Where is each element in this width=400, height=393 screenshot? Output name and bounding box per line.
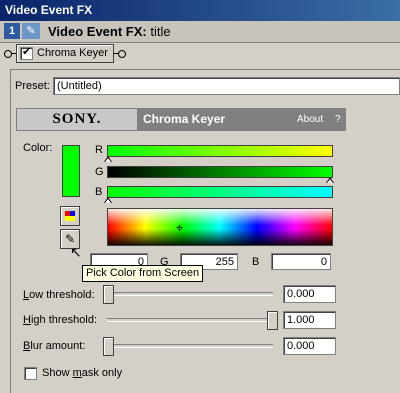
high-threshold-mnemonic: H	[23, 314, 31, 326]
event-fx-name: title	[150, 24, 171, 39]
event-fx-label: Video Event FX:	[48, 24, 147, 39]
plugin-chain-item[interactable]: Chroma Keyer	[16, 44, 114, 63]
low-threshold-track[interactable]	[107, 292, 273, 296]
palette-icon	[65, 211, 75, 221]
spectrum-crosshair-icon: ⌖	[176, 220, 184, 235]
sony-logo: SONY.	[17, 109, 137, 130]
blur-amount-label: Blur amount:	[23, 340, 85, 352]
help-button[interactable]: ?	[335, 109, 341, 130]
blur-amount-track[interactable]	[107, 344, 273, 348]
about-link[interactable]: About	[297, 109, 323, 130]
r-channel-bar[interactable]	[107, 145, 333, 157]
high-threshold-thumb[interactable]	[267, 311, 278, 330]
show-mask-mnemonic: m	[72, 367, 82, 379]
g-channel-bar[interactable]	[107, 166, 333, 178]
blur-amount-thumb[interactable]	[103, 337, 114, 356]
low-threshold-text: ow threshold:	[29, 289, 95, 301]
preset-dropdown[interactable]: (Untitled)	[53, 77, 400, 95]
color-swatch	[62, 145, 80, 197]
low-threshold-field[interactable]: 0.000	[283, 285, 336, 303]
chain-end-icon	[118, 50, 126, 58]
high-threshold-field[interactable]: 1.000	[283, 311, 336, 329]
banner-plugin-name: Chroma Keyer	[143, 112, 226, 126]
plugin-name: Chroma Keyer	[37, 47, 108, 59]
color-palette-button[interactable]	[60, 206, 80, 226]
b-channel-bar[interactable]	[107, 186, 333, 198]
mouse-cursor-icon: ↖	[70, 244, 82, 260]
preset-label: Preset:	[15, 80, 50, 92]
show-mask-label: Show mask only	[42, 367, 122, 379]
high-threshold-label: High threshold:	[23, 314, 97, 326]
b-channel-marker[interactable]	[104, 197, 112, 203]
plugin-chain: Chroma Keyer	[0, 42, 400, 64]
window-title: Video Event FX	[0, 0, 400, 21]
event-fx-title: Video Event FX: title	[48, 24, 171, 39]
low-threshold-label: Low threshold:	[23, 289, 95, 301]
blur-amount-text: lur amount:	[30, 340, 86, 352]
event-number: 1	[4, 23, 20, 39]
event-header: 1 ✎ Video Event FX: title	[0, 21, 400, 43]
b-channel-label: B	[95, 186, 103, 198]
show-mask-text-b: ask only	[81, 367, 123, 379]
high-threshold-text: igh threshold:	[30, 314, 97, 326]
r-channel-label: R	[95, 144, 103, 156]
fx-plug-icon[interactable]: ✎	[22, 23, 40, 39]
plugin-banner: SONY. Chroma Keyer About ?	[16, 108, 346, 131]
low-threshold-thumb[interactable]	[103, 285, 114, 304]
show-mask-checkbox[interactable]	[24, 367, 37, 380]
color-label: Color:	[23, 142, 53, 154]
show-mask-text-a: Show	[42, 367, 73, 379]
b-value-label: B	[252, 256, 260, 268]
chain-start-icon	[4, 50, 12, 58]
tooltip: Pick Color from Screen	[82, 265, 204, 282]
g-channel-marker[interactable]	[326, 177, 334, 183]
blur-amount-field[interactable]: 0.000	[283, 337, 336, 355]
b-value-field[interactable]: 0	[271, 253, 331, 270]
color-spectrum-picker[interactable]	[107, 208, 333, 246]
r-channel-marker[interactable]	[104, 156, 112, 162]
g-channel-label: G	[95, 166, 104, 178]
high-threshold-track[interactable]	[107, 318, 273, 322]
plugin-enable-checkbox[interactable]	[20, 45, 33, 60]
